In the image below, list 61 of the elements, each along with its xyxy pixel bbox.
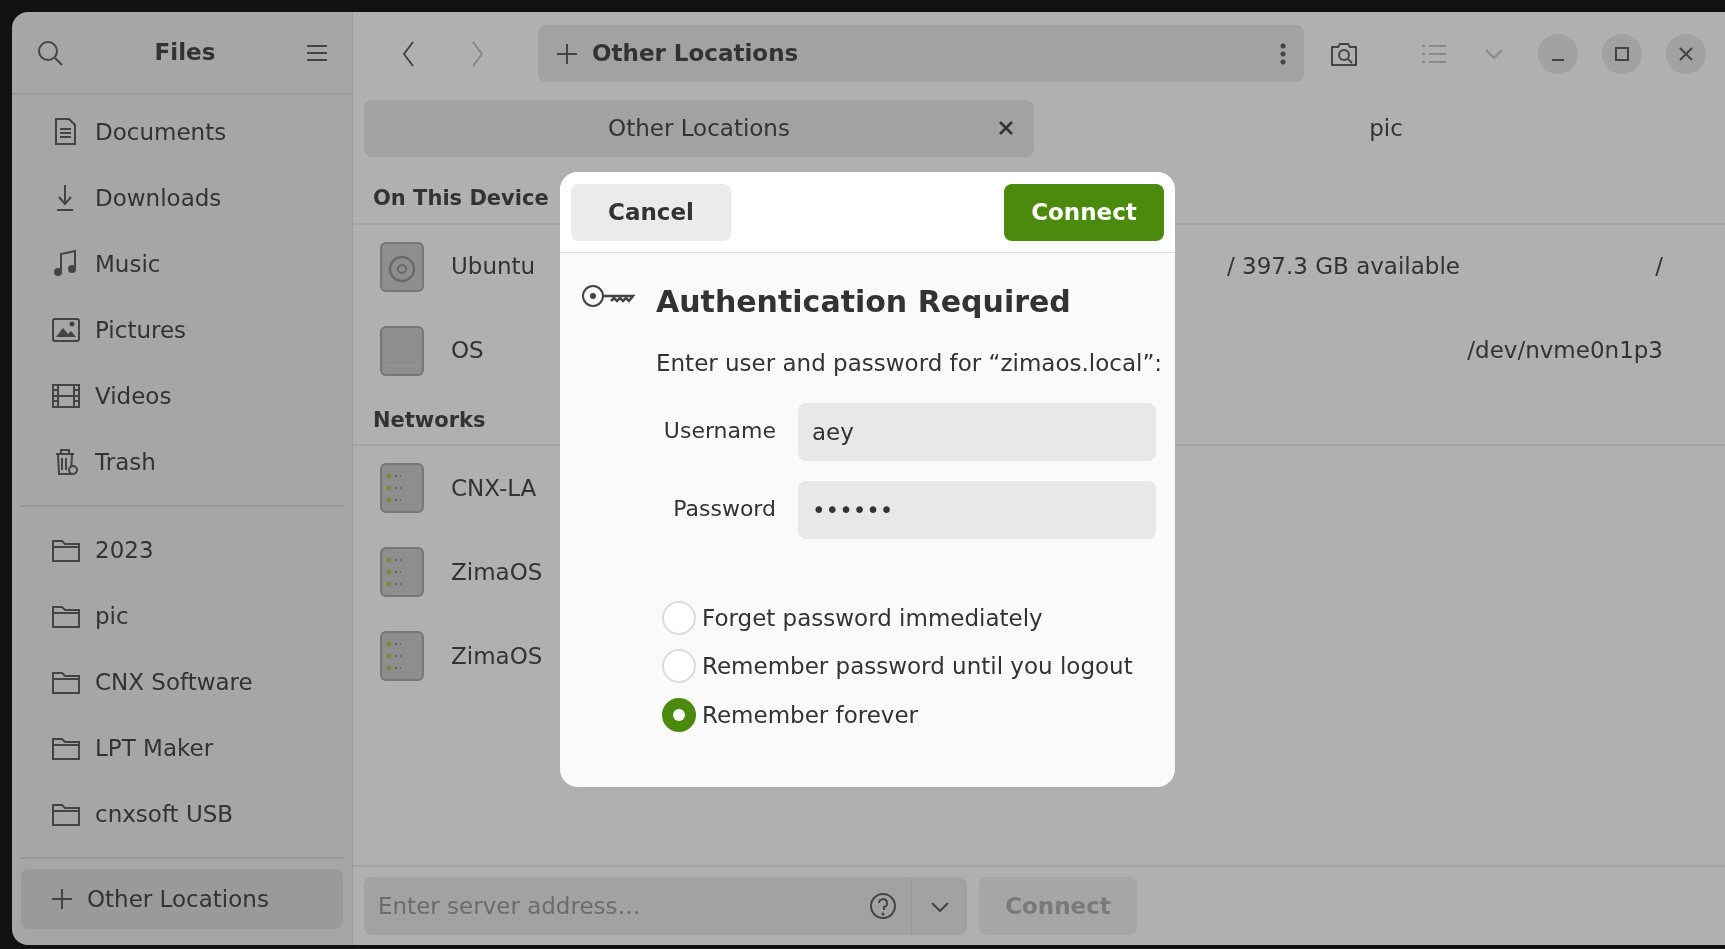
location-name: OS bbox=[450, 336, 485, 366]
sidebar-item[interactable]: Trash bbox=[21, 429, 343, 495]
location-path: /dev/nvme0n1p3 bbox=[1467, 336, 1663, 366]
close-button[interactable] bbox=[1666, 33, 1706, 74]
username-field[interactable]: aey bbox=[798, 402, 1156, 461]
location-name: Ubuntu bbox=[450, 252, 537, 282]
more-icon bbox=[1280, 42, 1286, 65]
server-icon bbox=[379, 630, 425, 682]
sidebar-item[interactable]: Videos bbox=[21, 363, 343, 429]
chevron-left-icon bbox=[401, 39, 415, 68]
server-icon bbox=[379, 462, 425, 514]
list-icon bbox=[1421, 42, 1447, 65]
sidebar-title: Files bbox=[154, 38, 216, 68]
dialog-title: Authentication Required bbox=[656, 283, 1072, 321]
close-icon bbox=[1677, 44, 1695, 63]
field-label: Username bbox=[662, 417, 776, 446]
sidebar-item[interactable]: LPT Maker bbox=[21, 715, 343, 781]
close-icon[interactable] bbox=[998, 119, 1014, 136]
maximize-button[interactable] bbox=[1602, 33, 1642, 74]
location-path: / bbox=[1655, 252, 1663, 282]
location-name: ZimaOS bbox=[450, 641, 544, 671]
radio-button[interactable] bbox=[662, 697, 696, 732]
field-label: Password bbox=[672, 495, 776, 524]
cancel-button[interactable]: Cancel bbox=[571, 183, 731, 241]
sidebar-item[interactable]: Music bbox=[21, 231, 343, 297]
plus-icon bbox=[556, 42, 578, 65]
password-field[interactable]: •••••• bbox=[798, 480, 1156, 539]
plus-icon bbox=[51, 888, 73, 910]
image-icon bbox=[51, 315, 81, 345]
film-icon bbox=[51, 381, 81, 411]
sidebar-item[interactable]: Pictures bbox=[21, 297, 343, 363]
sidebar-item[interactable]: pic bbox=[21, 583, 343, 649]
location-bar[interactable]: Other Locations bbox=[538, 25, 1304, 82]
minimize-button[interactable] bbox=[1538, 33, 1578, 74]
dialog-message: Enter user and password for “zimaos.local”: bbox=[656, 349, 1163, 378]
sidebar-item[interactable]: CNX Software bbox=[21, 649, 343, 715]
server-icon bbox=[379, 546, 425, 598]
tab[interactable]: Other Locations bbox=[364, 99, 1034, 157]
ssd-drive-icon bbox=[379, 324, 425, 377]
sidebar-item[interactable]: Downloads bbox=[21, 165, 343, 231]
maximize-icon bbox=[1613, 44, 1631, 63]
menu-icon bbox=[306, 42, 328, 63]
option-label: Remember forever bbox=[702, 700, 919, 730]
sidebar-item[interactable]: 2023 bbox=[21, 517, 343, 583]
connect-button[interactable]: Connect bbox=[1004, 183, 1164, 241]
location-name: CNX-LA bbox=[450, 473, 538, 503]
option-label: Forget password immediately bbox=[702, 603, 1043, 633]
option-label: Remember password until you logout bbox=[702, 652, 1133, 681]
chevron-down-icon bbox=[930, 901, 949, 912]
sidebar-item[interactable]: Other Locations bbox=[21, 869, 343, 929]
location-detail: / 397.3 GB available bbox=[1227, 252, 1460, 282]
tab[interactable]: pic bbox=[1044, 99, 1725, 157]
chevron-down-icon bbox=[1485, 48, 1503, 59]
help-icon[interactable] bbox=[869, 892, 897, 920]
sidebar-item[interactable]: cnxsoft USB bbox=[21, 781, 343, 847]
sidebar-item[interactable]: Documents bbox=[21, 99, 343, 165]
chevron-right-icon bbox=[471, 39, 485, 68]
minimize-icon bbox=[1551, 57, 1565, 62]
search-icon bbox=[36, 38, 64, 67]
location-name: ZimaOS bbox=[450, 557, 544, 587]
location-text: Other Locations bbox=[592, 39, 800, 69]
